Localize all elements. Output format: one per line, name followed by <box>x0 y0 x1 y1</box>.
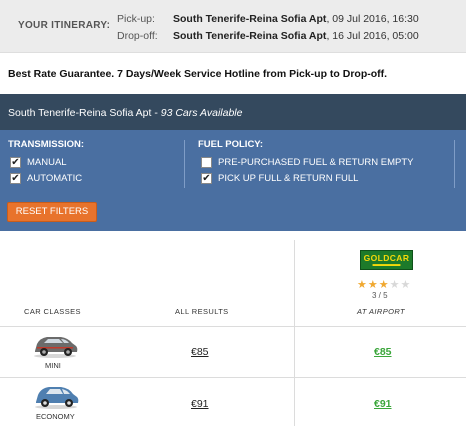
manual-label: MANUAL <box>27 157 67 168</box>
star-filled-icon: ★ <box>378 279 390 291</box>
prepurchased-fuel-label: PRE-PURCHASED FUEL & RETURN EMPTY <box>218 157 414 168</box>
goldcar-price-mini[interactable]: €85 <box>374 346 392 358</box>
pickup-row: Pick-up: South Tenerife-Reina Sofia Apt, … <box>117 13 419 25</box>
filter-divider <box>184 140 185 188</box>
dropoff-location: South Tenerife-Reina Sofia Apt <box>173 30 327 42</box>
at-airport-header: AT AIRPORT <box>357 307 406 316</box>
fuel-policy-heading: FUEL POLICY: <box>198 139 264 150</box>
star-empty-icon: ★ <box>389 279 401 291</box>
dropoff-row: Drop-off: South Tenerife-Reina Sofia Apt,… <box>117 30 419 42</box>
location-name: South Tenerife-Reina Sofia Apt <box>8 107 152 119</box>
all-results-header: ALL RESULTS <box>175 307 229 316</box>
dropoff-datetime: , 16 Jul 2016, 05:00 <box>326 30 419 42</box>
car-class-economy: ECONOMY <box>36 412 75 421</box>
pickup-datetime: , 09 Jul 2016, 16:30 <box>326 13 419 25</box>
itinerary-label: YOUR ITINERARY: <box>18 20 111 31</box>
supplier-stars: ★★★★★ <box>357 278 411 291</box>
filter-divider <box>454 140 455 188</box>
automatic-checkbox[interactable]: ✔ <box>10 173 21 184</box>
prepurchased-fuel-checkbox[interactable] <box>201 157 212 168</box>
itinerary-panel: YOUR ITINERARY: Pick-up: South Tenerife-R… <box>0 0 466 53</box>
filters-panel: TRANSMISSION: FUEL POLICY: ✔ MANUAL ✔ AU… <box>0 130 466 231</box>
goldcar-price-economy[interactable]: €91 <box>374 398 392 410</box>
dropoff-key: Drop-off: <box>117 30 158 42</box>
all-results-price-mini[interactable]: €85 <box>191 346 209 358</box>
cars-available-count: 93 Cars Available <box>160 107 243 119</box>
transmission-heading: TRANSMISSION: <box>8 139 84 150</box>
automatic-label: AUTOMATIC <box>27 173 83 184</box>
pickup-location: South Tenerife-Reina Sofia Apt <box>173 13 327 25</box>
star-filled-icon: ★ <box>367 279 379 291</box>
pickup-key: Pick-up: <box>117 13 155 25</box>
row-divider <box>0 377 466 378</box>
economy-car-image <box>35 387 79 409</box>
column-divider <box>294 240 295 426</box>
supplier-rating: 3 / 5 <box>372 291 388 300</box>
row-divider <box>0 326 466 327</box>
star-filled-icon: ★ <box>357 279 368 291</box>
star-empty-icon: ★ <box>400 279 412 291</box>
filter-manual[interactable]: ✔ MANUAL <box>10 157 67 168</box>
filter-prepurchased-fuel[interactable]: PRE-PURCHASED FUEL & RETURN EMPTY <box>201 157 413 168</box>
car-classes-header: CAR CLASSES <box>24 307 81 316</box>
all-results-price-economy[interactable]: €91 <box>191 398 209 410</box>
filter-automatic[interactable]: ✔ AUTOMATIC <box>10 173 82 184</box>
rate-guarantee-text: Best Rate Guarantee. 7 Days/Week Service… <box>8 68 388 80</box>
location-bar: South Tenerife-Reina Sofia Apt - 93 Cars… <box>0 94 466 130</box>
goldcar-logo[interactable]: GOLDCAR <box>360 250 413 270</box>
car-class-mini: MINI <box>45 361 61 370</box>
mini-car-image <box>34 337 78 358</box>
filter-full-to-full[interactable]: ✔ PICK UP FULL & RETURN FULL <box>201 173 358 184</box>
full-to-full-label: PICK UP FULL & RETURN FULL <box>218 173 359 184</box>
full-to-full-checkbox[interactable]: ✔ <box>201 173 212 184</box>
reset-filters-button[interactable]: RESET FILTERS <box>7 202 97 222</box>
logo-underline-icon <box>372 264 401 266</box>
manual-checkbox[interactable]: ✔ <box>10 157 21 168</box>
supplier-logo-text: GOLDCAR <box>363 253 410 263</box>
